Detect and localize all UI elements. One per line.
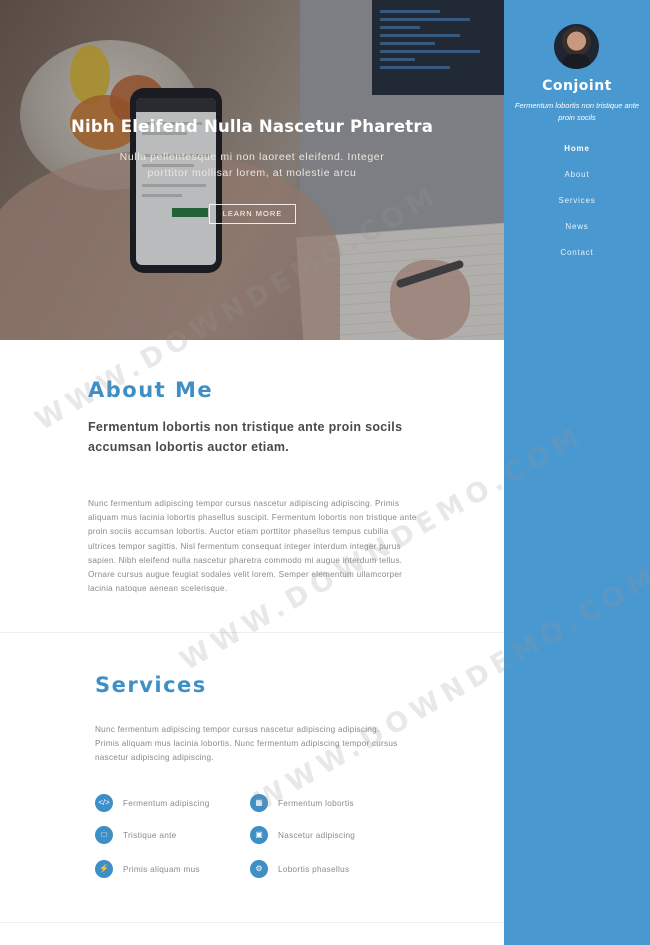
about-subheading: Fermentum lobortis non tristique ante pr… xyxy=(88,418,408,457)
service-label: Fermentum lobortis xyxy=(278,798,354,808)
about-subheading-line2: accumsan lobortis auctor etiam. xyxy=(88,439,290,454)
sidebar: Conjoint Fermentum lobortis non tristiqu… xyxy=(504,0,650,945)
gear-icon: ⚙ xyxy=(250,860,268,878)
hero-banner: Nibh Eleifend Nulla Nascetur Pharetra Nu… xyxy=(0,0,504,340)
bolt-icon: ⚡ xyxy=(95,860,113,878)
service-item[interactable]: □ Tristique ante xyxy=(95,826,177,844)
learn-more-button[interactable]: LEARN MORE xyxy=(209,204,296,224)
section-divider xyxy=(0,922,504,923)
chat-icon: ▣ xyxy=(250,826,268,844)
service-label: Fermentum adipiscing xyxy=(123,798,210,808)
hero-title: Nibh Eleifend Nulla Nascetur Pharetra xyxy=(70,117,434,136)
service-item[interactable]: ⚡ Primis aliquam mus xyxy=(95,860,200,878)
service-item[interactable]: ▦ Fermentum lobortis xyxy=(250,794,354,812)
code-icon: </> xyxy=(95,794,113,812)
about-body-text: Nunc fermentum adipiscing tempor cursus … xyxy=(88,499,417,594)
sidebar-nav: Home About Services News Contact xyxy=(504,143,650,273)
service-label: Primis aliquam mus xyxy=(123,864,200,874)
service-item[interactable]: </> Fermentum adipiscing xyxy=(95,794,210,812)
nav-item-home[interactable]: Home xyxy=(504,143,650,169)
about-subheading-line1: Fermentum lobortis non tristique ante pr… xyxy=(88,420,403,434)
nav-item-news[interactable]: News xyxy=(504,221,650,247)
service-label: Lobortis phasellus xyxy=(278,864,350,874)
avatar xyxy=(554,24,599,69)
nav-item-services[interactable]: Services xyxy=(504,195,650,221)
nav-item-contact[interactable]: Contact xyxy=(504,247,650,273)
nav-item-about[interactable]: About xyxy=(504,169,650,195)
brand-tagline: Fermentum lobortis non tristique ante pr… xyxy=(514,101,640,122)
hero-subtitle: Nulla pellentesque mi non laoreet eleife… xyxy=(119,151,385,179)
service-label: Nascetur adipiscing xyxy=(278,830,356,840)
services-heading: Services xyxy=(95,673,207,697)
section-divider xyxy=(0,632,504,633)
service-label: Tristique ante xyxy=(123,830,177,840)
brand-name[interactable]: Conjoint xyxy=(504,78,650,94)
service-item[interactable]: ▣ Nascetur adipiscing xyxy=(250,826,355,844)
tablet-icon: □ xyxy=(95,826,113,844)
about-heading: About Me xyxy=(88,378,214,402)
service-item[interactable]: ⚙ Lobortis phasellus xyxy=(250,860,349,878)
services-body-text: Nunc fermentum adipiscing tempor cursus … xyxy=(95,725,398,763)
cubes-icon: ▦ xyxy=(250,794,268,812)
